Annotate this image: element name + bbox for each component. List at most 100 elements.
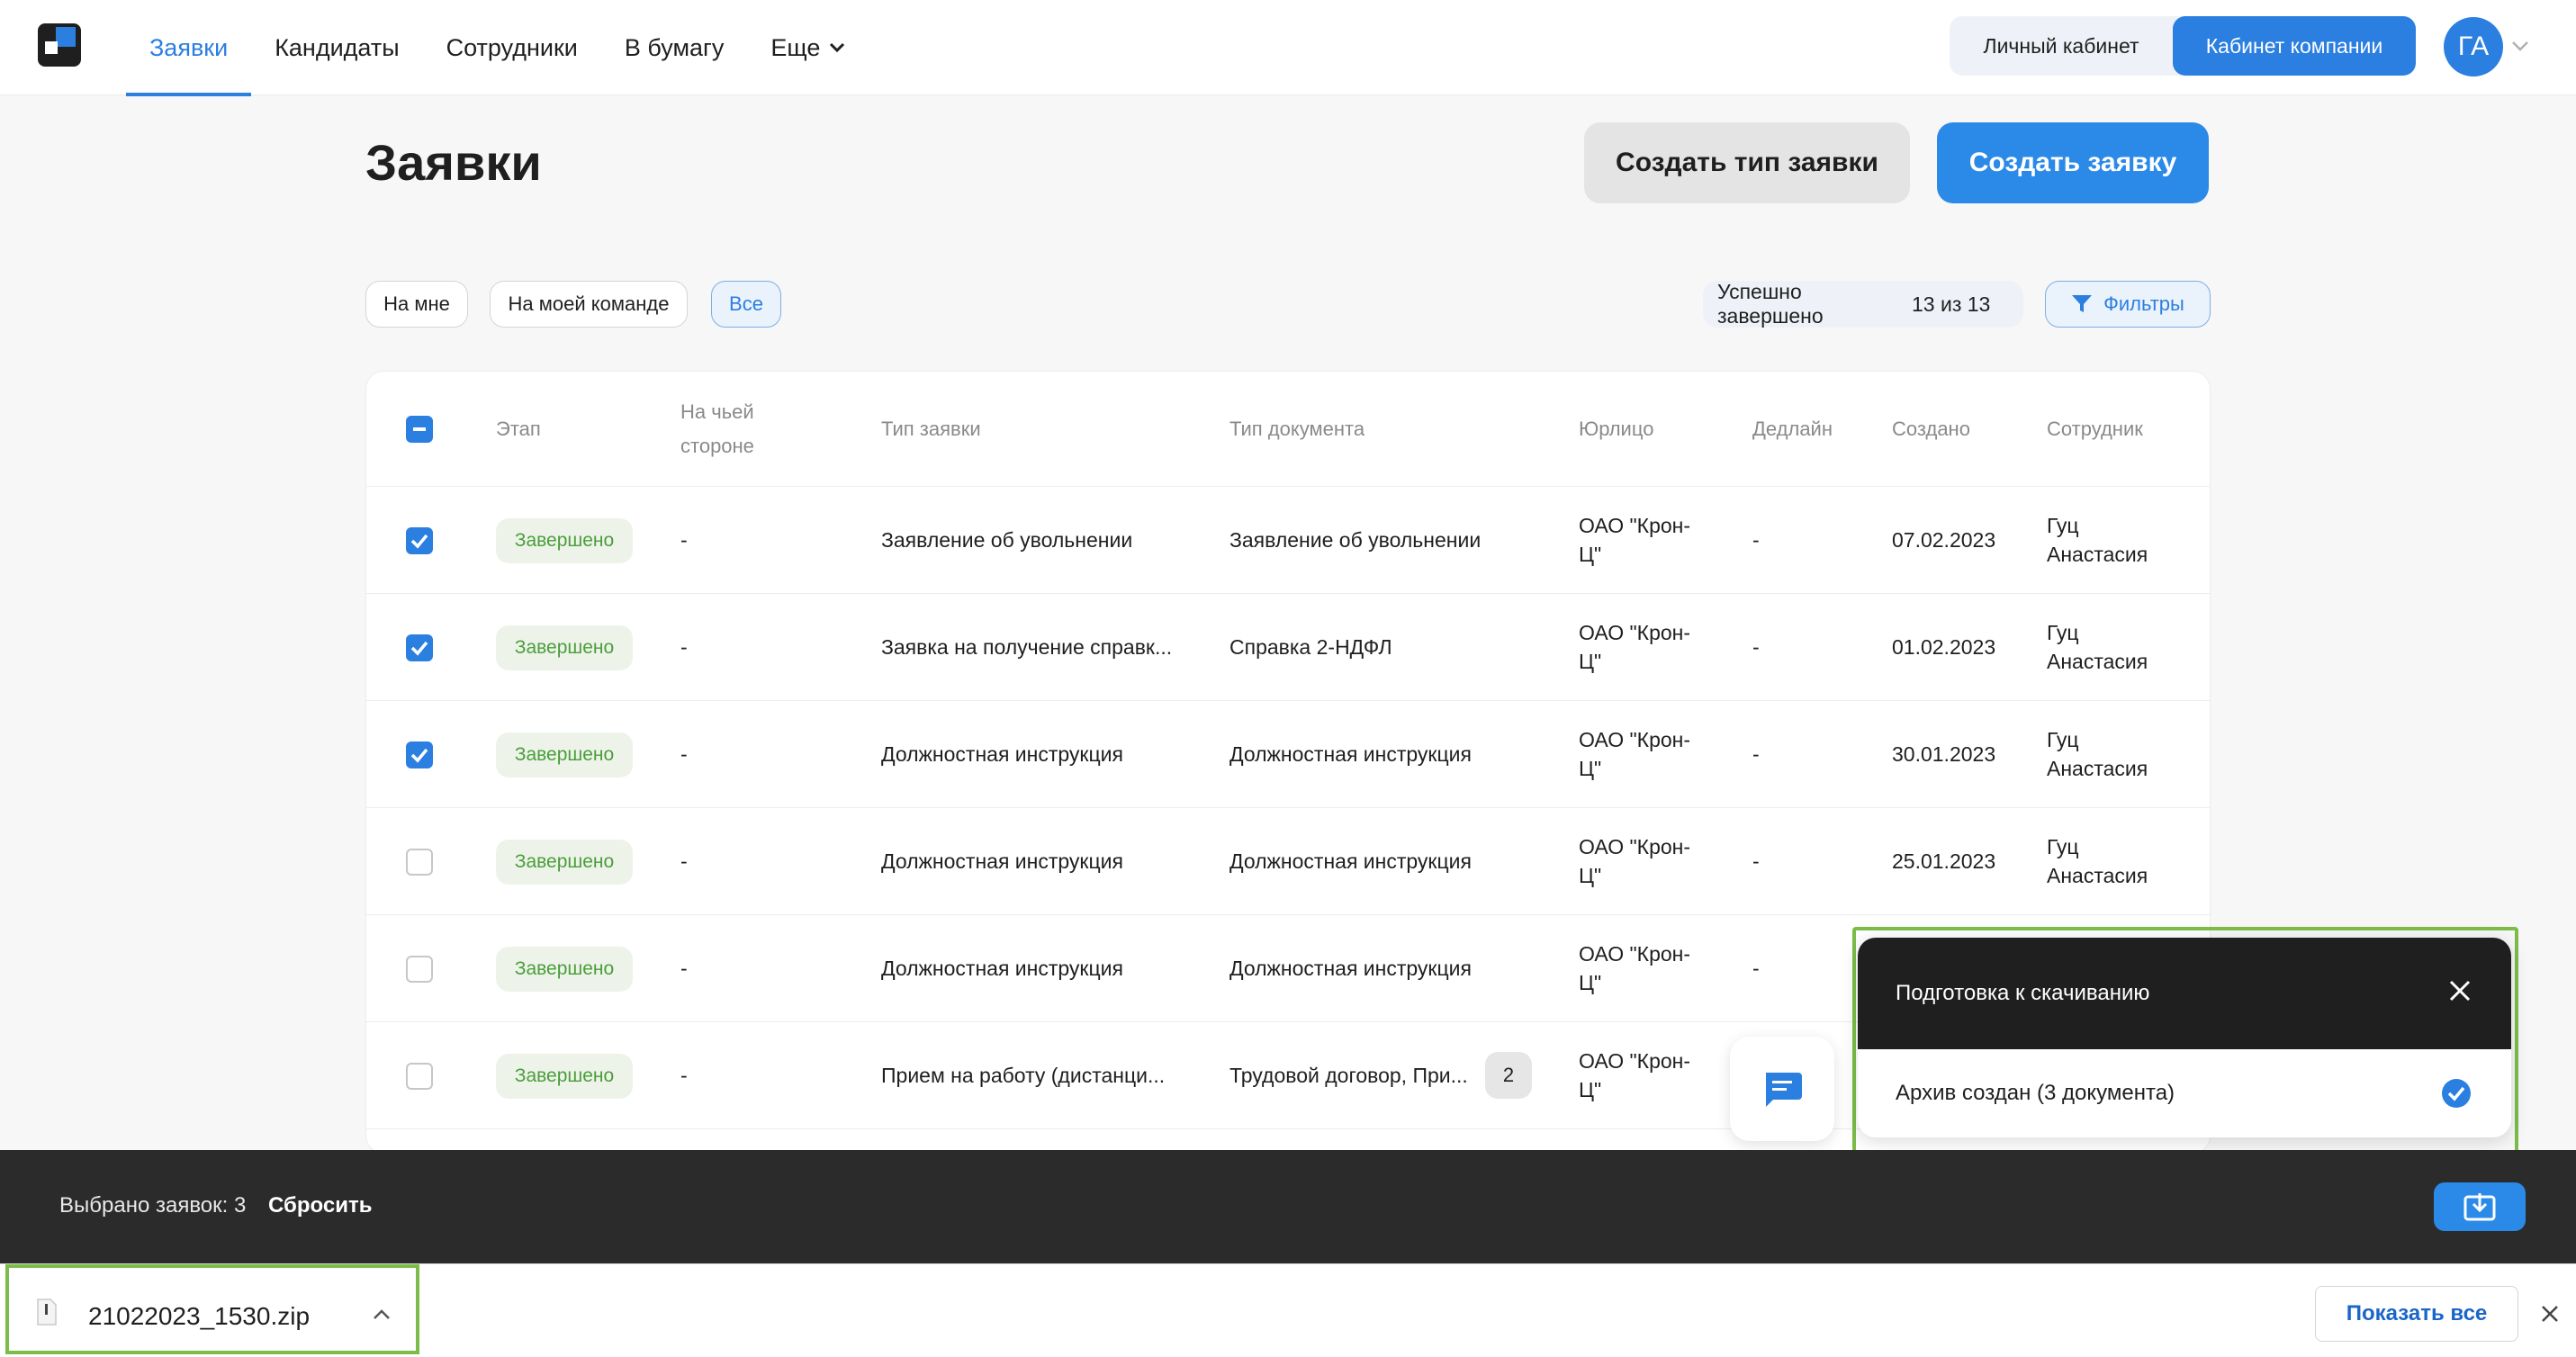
column-created: Создано <box>1892 418 1970 440</box>
cell-entity: ОАО "Крон-Ц" <box>1579 514 1691 566</box>
cell-entity: ОАО "Крон-Ц" <box>1579 621 1691 673</box>
cell-entity: ОАО "Крон-Ц" <box>1579 1049 1691 1101</box>
filters-button[interactable]: Фильтры <box>2045 281 2211 328</box>
page-title: Заявки <box>365 134 542 191</box>
nav-employees-label: Сотрудники <box>446 33 578 61</box>
table-header: Этап На чьей стороне Тип заявки Тип доку… <box>366 372 2210 487</box>
close-icon[interactable] <box>2448 979 2472 1002</box>
column-side: На чьей стороне <box>680 400 754 457</box>
create-request-button[interactable]: Создать заявку <box>1937 122 2209 203</box>
table-row[interactable]: Завершено - Заявка на получение справк..… <box>366 594 2210 701</box>
nav-requests-label: Заявки <box>149 33 229 61</box>
nav-candidates[interactable]: Кандидаты <box>251 0 422 95</box>
download-button[interactable] <box>2434 1182 2526 1231</box>
row-checkbox[interactable] <box>406 1063 433 1090</box>
row-checkbox[interactable] <box>406 634 433 661</box>
company-logo[interactable] <box>36 22 83 68</box>
cell-request-type: Должностная инструкция <box>881 957 1123 980</box>
cell-doc-type: Должностная инструкция <box>1229 742 1472 766</box>
avatar-chevron-down-icon[interactable] <box>2511 40 2529 52</box>
column-stage: Этап <box>496 418 541 440</box>
status-count: 13 из 13 <box>1912 292 1991 316</box>
downloads-shelf: 21022023_1530.zip Показать все <box>0 1263 2576 1357</box>
select-all-checkbox[interactable] <box>406 416 433 443</box>
top-navigation: Заявки Кандидаты Сотрудники В бумагу Еще… <box>0 0 2576 96</box>
cell-deadline: - <box>1752 957 1760 980</box>
status-badge: Завершено <box>496 732 633 777</box>
cell-employee: Гуц Анастасия <box>2047 514 2148 566</box>
cell-side: - <box>680 849 688 873</box>
main-nav: Заявки Кандидаты Сотрудники В бумагу Еще <box>126 0 869 96</box>
row-checkbox[interactable] <box>406 956 433 983</box>
status-label: Успешно завершено <box>1717 280 1824 328</box>
nav-employees[interactable]: Сотрудники <box>423 0 601 95</box>
cabinet-switch: Личный кабинет Кабинет компании <box>1950 16 2416 76</box>
create-request-type-button[interactable]: Создать тип заявки <box>1584 122 1910 203</box>
cell-deadline: - <box>1752 635 1760 659</box>
nav-requests[interactable]: Заявки <box>126 0 252 96</box>
cell-created: 01.02.2023 <box>1892 635 1996 659</box>
cell-request-type: Должностная инструкция <box>881 742 1123 766</box>
filter-funnel-icon <box>2072 295 2093 312</box>
downloaded-file-item[interactable]: 21022023_1530.zip <box>5 1264 419 1354</box>
chat-button[interactable] <box>1730 1037 1834 1141</box>
cell-entity: ОАО "Крон-Ц" <box>1579 942 1691 994</box>
checkmark-icon <box>410 534 428 549</box>
row-checkbox[interactable] <box>406 741 433 768</box>
cell-doc-type: Должностная инструкция <box>1229 849 1472 873</box>
table-row[interactable]: Завершено - Заявление об увольнении Заяв… <box>366 487 2210 594</box>
toast-body: Архив создан (3 документа) <box>1858 1049 2511 1137</box>
cell-side: - <box>680 528 688 552</box>
status-filter[interactable]: Успешно завершено 13 из 13 <box>1703 280 2023 328</box>
downloaded-file-name: 21022023_1530.zip <box>88 1302 311 1330</box>
chat-bubble-icon <box>1766 1073 1802 1107</box>
cell-doc-type: Справка 2-НДФЛ <box>1229 635 1392 659</box>
chevron-up-icon[interactable] <box>371 1308 392 1322</box>
cell-deadline: - <box>1752 849 1760 873</box>
selected-count-text: Выбрано заявок: 3 <box>59 1193 247 1218</box>
row-checkbox[interactable] <box>406 849 433 876</box>
cell-deadline: - <box>1752 528 1760 552</box>
chip-on-me[interactable]: На мне <box>365 281 468 328</box>
download-toast: Подготовка к скачиванию Архив создан (3 … <box>1858 938 2511 1137</box>
cell-employee: Гуц Анастасия <box>2047 728 2148 780</box>
chevron-down-icon <box>830 42 845 53</box>
show-all-downloads-button[interactable]: Показать все <box>2315 1286 2518 1342</box>
filters-button-label: Фильтры <box>2103 292 2184 315</box>
nav-to-paper[interactable]: В бумагу <box>601 0 748 95</box>
toast-title: Подготовка к скачиванию <box>1896 981 2150 1005</box>
nav-to-paper-label: В бумагу <box>624 33 725 61</box>
table-row[interactable]: Завершено - Должностная инструкция Должн… <box>366 701 2210 808</box>
column-request-type: Тип заявки <box>881 418 981 440</box>
cell-created: 07.02.2023 <box>1892 528 1996 552</box>
table-row[interactable]: Завершено - Должностная инструкция Должн… <box>366 808 2210 915</box>
cell-side: - <box>680 742 688 766</box>
reset-selection-button[interactable]: Сбросить <box>268 1193 372 1218</box>
doc-count-badge: 2 <box>1485 1052 1532 1099</box>
nav-more[interactable]: Еще <box>747 0 869 95</box>
toast-message: Архив создан (3 документа) <box>1896 1081 2175 1105</box>
status-badge: Завершено <box>496 625 633 670</box>
personal-cabinet-button[interactable]: Личный кабинет <box>1950 34 2173 58</box>
checkmark-icon <box>410 641 428 656</box>
nav-more-label: Еще <box>770 33 821 61</box>
status-badge: Завершено <box>496 947 633 992</box>
minus-icon <box>413 427 426 431</box>
chip-all[interactable]: Все <box>711 281 781 328</box>
cell-side: - <box>680 957 688 980</box>
cell-employee: Гуц Анастасия <box>2047 621 2148 673</box>
cell-doc-type: Трудовой договор, При... <box>1229 1064 1468 1087</box>
cell-doc-type: Заявление об увольнении <box>1229 528 1482 552</box>
cell-created: 25.01.2023 <box>1892 849 1996 873</box>
company-cabinet-button[interactable]: Кабинет компании <box>2173 16 2416 76</box>
file-icon <box>37 1299 57 1326</box>
cell-employee: Гуц Анастасия <box>2047 835 2148 887</box>
avatar[interactable]: ГА <box>2444 17 2503 76</box>
nav-candidates-label: Кандидаты <box>275 33 400 61</box>
column-deadline: Дедлайн <box>1752 418 1833 440</box>
download-icon <box>2463 1193 2496 1221</box>
selection-bar: Выбрано заявок: 3 Сбросить <box>0 1150 2576 1263</box>
chip-my-team[interactable]: На моей команде <box>490 281 688 328</box>
close-icon[interactable] <box>2540 1304 2560 1324</box>
row-checkbox[interactable] <box>406 527 433 554</box>
